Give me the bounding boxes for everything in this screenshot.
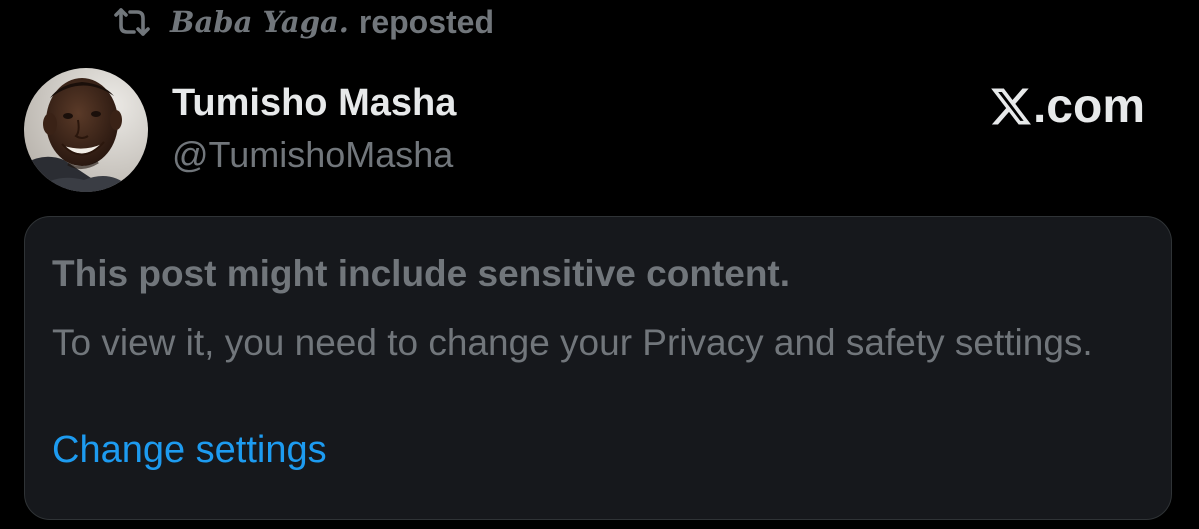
repost-indicator[interactable]: Baba Yaga. reposted bbox=[112, 2, 494, 42]
change-settings-link[interactable]: Change settings bbox=[52, 429, 327, 472]
site-domain: .com bbox=[1032, 79, 1145, 133]
x-logo-icon bbox=[991, 86, 1031, 126]
avatar[interactable] bbox=[24, 68, 148, 192]
notice-body: To view it, you need to change your Priv… bbox=[52, 322, 1093, 363]
repost-label: reposted bbox=[358, 3, 495, 40]
notice-title: This post might include sensitive conten… bbox=[52, 253, 791, 294]
sensitive-content-notice: This post might include sensitive conten… bbox=[24, 216, 1172, 520]
site-brand: .com bbox=[991, 78, 1145, 134]
reposter-name[interactable]: Baba Yaga. bbox=[170, 5, 349, 39]
author-handle[interactable]: @TumishoMasha bbox=[172, 134, 453, 176]
post-card: Baba Yaga. reposted Tumisho Masha @Tumis… bbox=[0, 0, 1199, 529]
repost-icon bbox=[112, 6, 152, 38]
author-name[interactable]: Tumisho Masha bbox=[172, 82, 456, 125]
